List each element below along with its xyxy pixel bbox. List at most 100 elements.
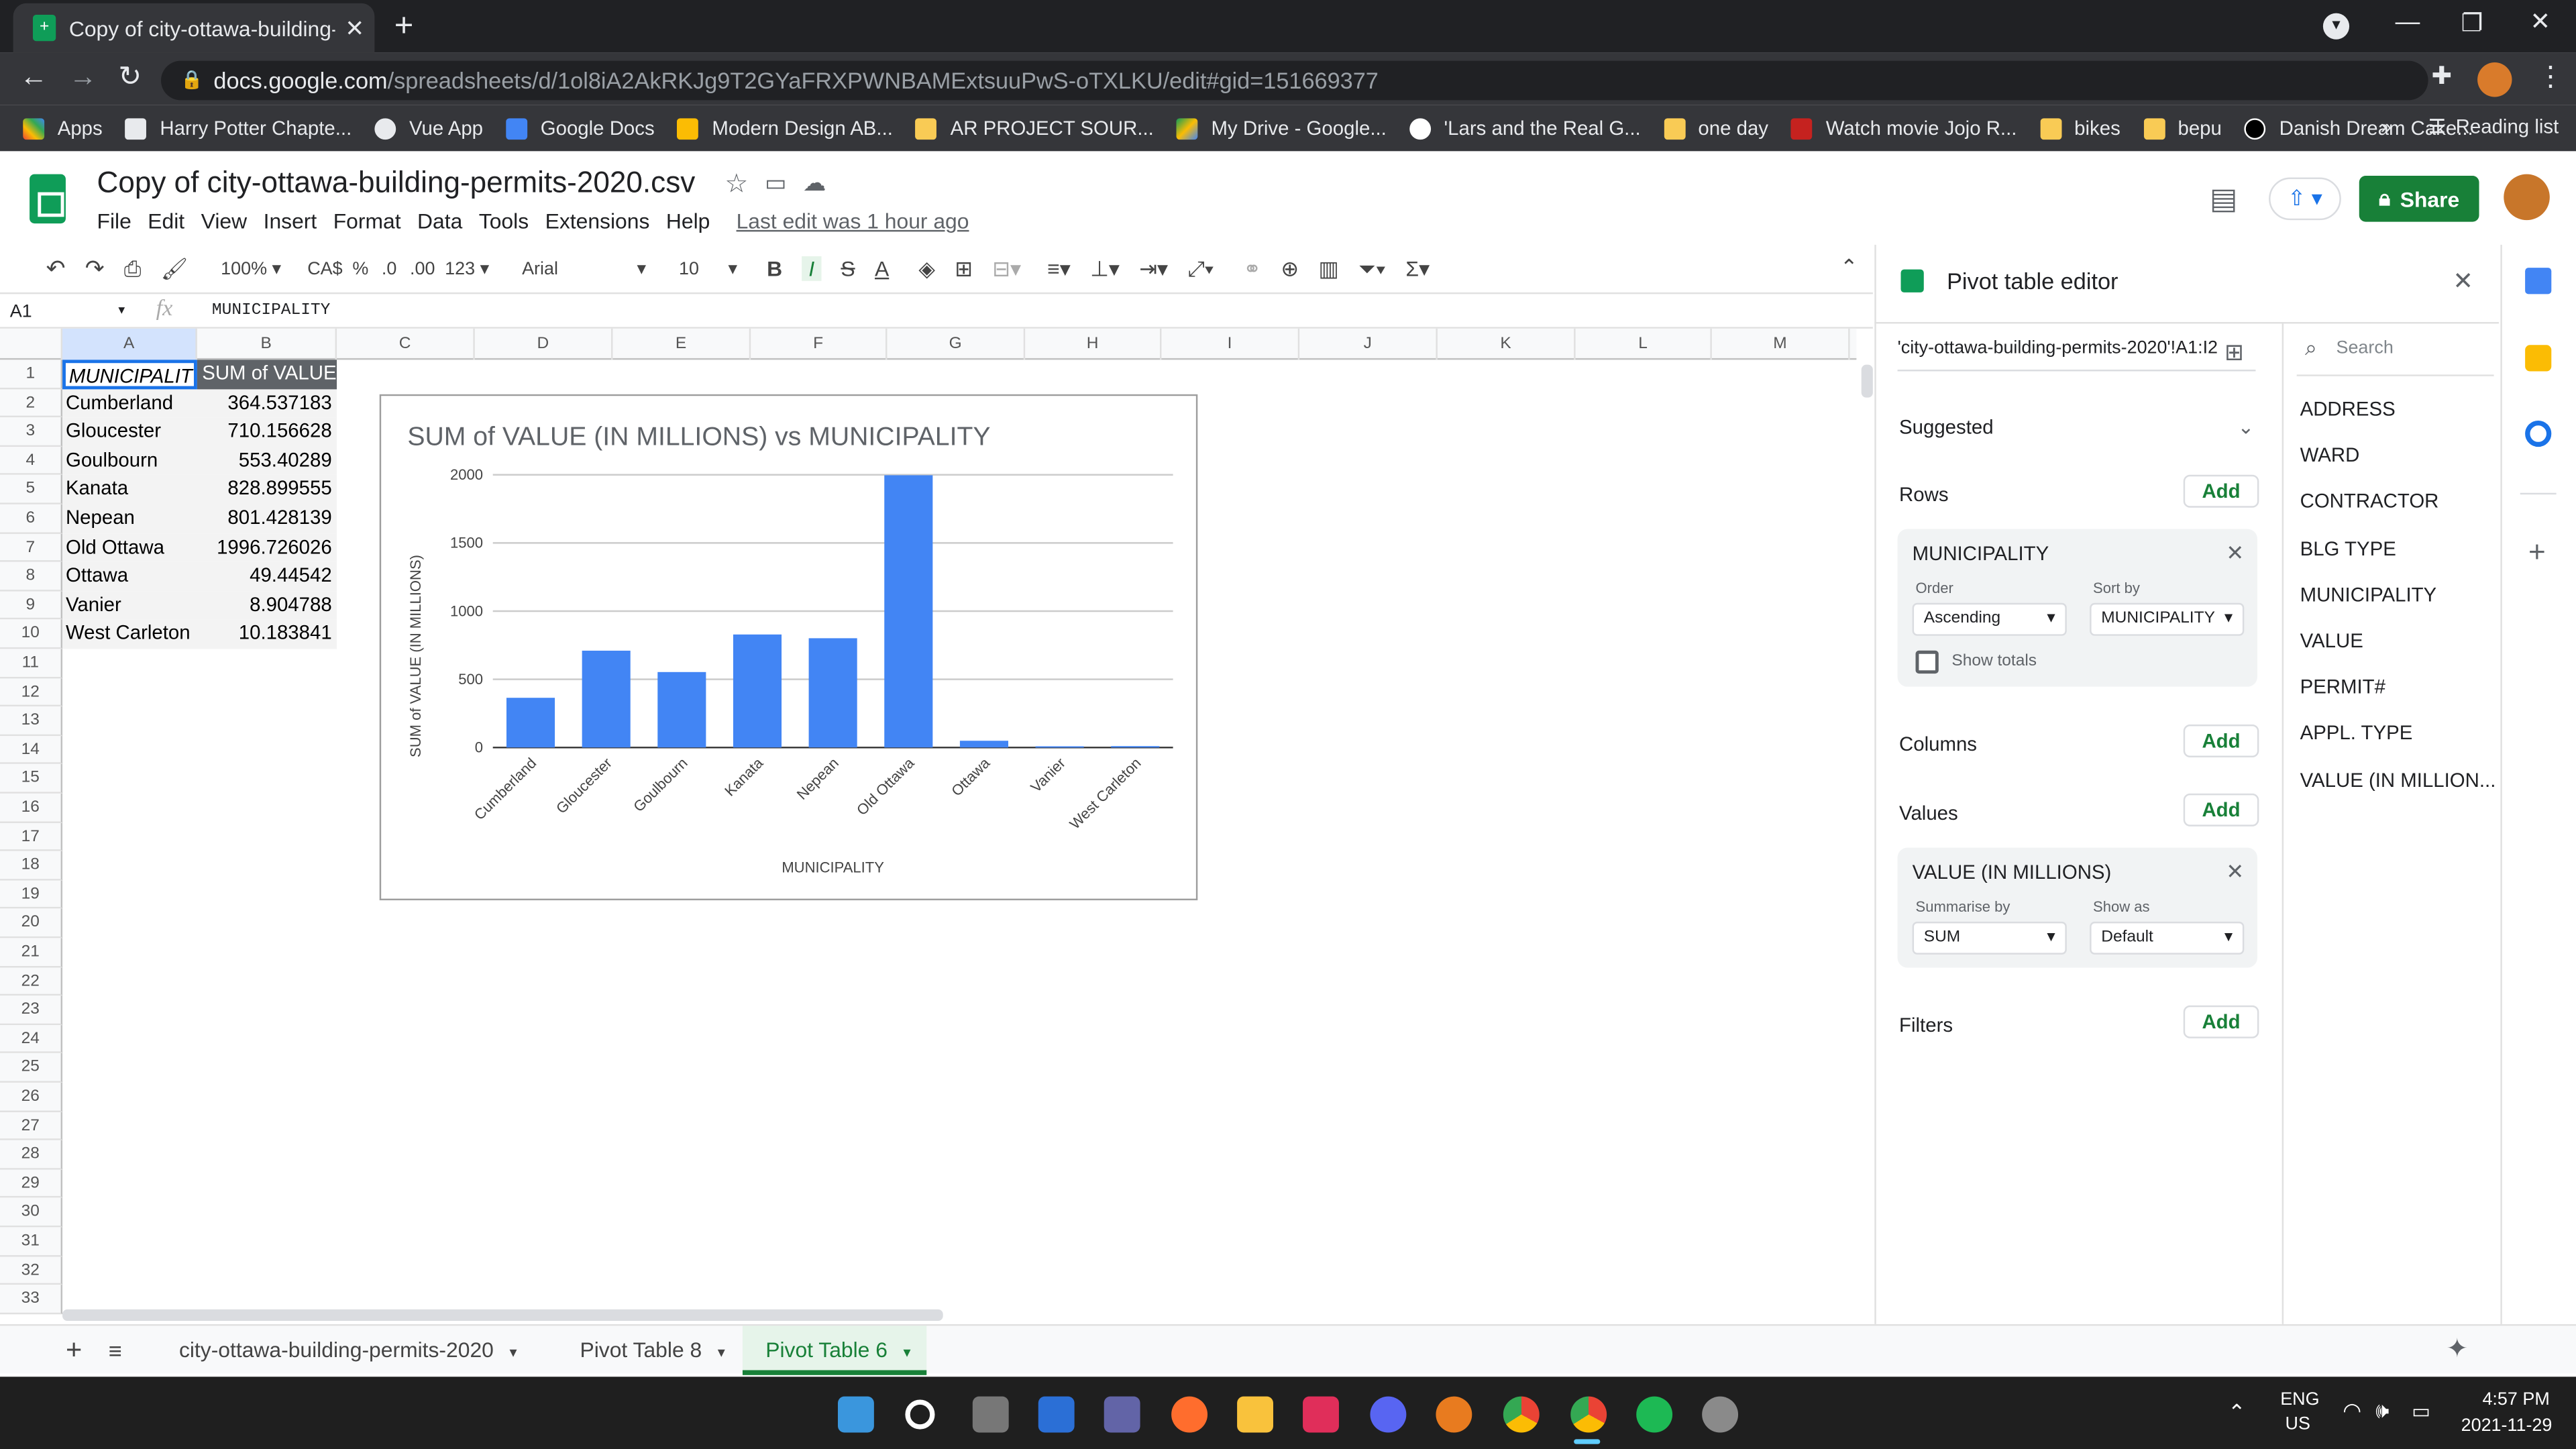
fl-studio-icon[interactable]: [1436, 1396, 1472, 1433]
table-cell[interactable]: 364.537183: [197, 388, 337, 418]
firefox-icon[interactable]: [1171, 1396, 1208, 1433]
vertical-scrollbar[interactable]: [1861, 364, 1873, 398]
row-header[interactable]: 31: [0, 1227, 63, 1256]
pivot-field-item[interactable]: BLG TYPE: [2300, 537, 2396, 559]
chrome-profile-icon[interactable]: [1570, 1396, 1607, 1433]
row-header[interactable]: 18: [0, 851, 63, 881]
chart-container[interactable]: SUM of VALUE (IN MILLIONS) vs MUNICIPALI…: [379, 394, 1198, 901]
rows-add-button[interactable]: Add: [2183, 474, 2259, 508]
explore-icon[interactable]: ✦: [2447, 1326, 2469, 1375]
pivot-field-item[interactable]: MUNICIPALITY: [2300, 583, 2437, 606]
summarise-select[interactable]: SUM ▾: [1912, 921, 2067, 955]
more-bookmarks-icon[interactable]: »: [2381, 115, 2392, 138]
row-header[interactable]: 7: [0, 533, 63, 563]
browser-tab[interactable]: + Copy of city-ottawa-building-per ✕: [13, 3, 375, 53]
row-header[interactable]: 33: [0, 1285, 63, 1314]
table-cell[interactable]: Ottawa: [62, 562, 197, 592]
new-tab-icon[interactable]: +: [394, 8, 414, 46]
menu-insert[interactable]: Insert: [264, 209, 317, 233]
print-icon[interactable]: ⎙: [124, 256, 141, 282]
url-bar[interactable]: 🔒 docs.google.com/spreadsheets/d/1ol8iA2…: [161, 60, 2428, 101]
menu-help[interactable]: Help: [666, 209, 710, 233]
calendar-icon[interactable]: [2525, 268, 2552, 294]
bold-icon[interactable]: B: [767, 256, 782, 281]
language-bottom[interactable]: US: [2286, 1415, 2310, 1434]
creative-cloud-icon[interactable]: [1303, 1396, 1339, 1433]
size-dropdown-icon[interactable]: ▾: [729, 258, 738, 279]
menu-file[interactable]: File: [97, 209, 131, 233]
row-header[interactable]: 27: [0, 1111, 63, 1141]
volume-icon[interactable]: 🕪︎: [2375, 1398, 2389, 1424]
comments-icon[interactable]: ▤: [2210, 182, 2238, 217]
table-cell[interactable]: Nepean: [62, 504, 197, 533]
row-header[interactable]: 8: [0, 562, 63, 592]
row-header[interactable]: 21: [0, 938, 63, 967]
row-header[interactable]: 1: [0, 360, 63, 389]
link-icon[interactable]: ⚭: [1243, 256, 1261, 282]
row-header[interactable]: 13: [0, 706, 63, 736]
vertical-align-icon[interactable]: ⊥▾: [1090, 256, 1120, 282]
row-header[interactable]: 16: [0, 793, 63, 822]
reading-list[interactable]: ☰ Reading list: [2428, 115, 2559, 138]
menu-view[interactable]: View: [201, 209, 247, 233]
bookmark-item[interactable]: bepu: [2143, 117, 2222, 140]
widgets-icon[interactable]: [1038, 1396, 1075, 1433]
chat-icon[interactable]: [1104, 1396, 1140, 1433]
table-cell[interactable]: 1996.726026: [197, 533, 337, 563]
close-editor-icon[interactable]: ✕: [2453, 266, 2473, 296]
column-header[interactable]: J: [1299, 328, 1438, 360]
pivot-header-cell[interactable]: SUM of VALUE (: [197, 360, 337, 389]
values-add-button[interactable]: Add: [2183, 793, 2259, 826]
table-cell[interactable]: Old Ottawa: [62, 533, 197, 563]
undo-icon[interactable]: ↶: [46, 255, 66, 283]
row-header[interactable]: 11: [0, 649, 63, 678]
table-cell[interactable]: Goulbourn: [62, 446, 197, 476]
name-box[interactable]: A1: [10, 303, 32, 322]
row-header[interactable]: 19: [0, 880, 63, 910]
percent-format-button[interactable]: %: [352, 259, 368, 278]
sortby-select[interactable]: MUNICIPALITY ▾: [2090, 602, 2245, 636]
bar[interactable]: [959, 741, 1009, 748]
pivot-field-item[interactable]: VALUE (IN MILLION...: [2300, 768, 2496, 791]
columns-add-button[interactable]: Add: [2183, 724, 2259, 757]
row-header[interactable]: 9: [0, 591, 63, 621]
bookmark-item[interactable]: Watch movie Jojo R...: [1791, 117, 2017, 140]
bar[interactable]: [657, 672, 706, 748]
bookmark-item[interactable]: My Drive - Google...: [1177, 117, 1387, 140]
sheets-logo-icon[interactable]: [30, 174, 66, 224]
text-wrap-icon[interactable]: ⇥▾: [1139, 256, 1168, 282]
row-header[interactable]: 14: [0, 735, 63, 765]
row-header[interactable]: 26: [0, 1082, 63, 1112]
bookmark-item[interactable]: 'Lars and the Real G...: [1409, 117, 1641, 140]
restore-icon[interactable]: ❐: [2461, 8, 2483, 38]
comment-icon[interactable]: ⊕: [1281, 256, 1299, 282]
column-header[interactable]: E: [612, 328, 751, 360]
menu-data[interactable]: Data: [417, 209, 462, 233]
back-icon[interactable]: ←: [19, 61, 48, 94]
row-header[interactable]: 10: [0, 620, 63, 649]
get-addons-icon[interactable]: +: [2528, 535, 2546, 570]
formula-input[interactable]: MUNICIPALITY: [212, 303, 330, 321]
sheet-tab[interactable]: city-ottawa-building-permits-2020 ▾: [156, 1326, 557, 1375]
menu-extensions[interactable]: Extensions: [545, 209, 650, 233]
bookmark-item[interactable]: bikes: [2039, 117, 2121, 140]
column-header[interactable]: G: [887, 328, 1026, 360]
select-range-icon[interactable]: ⊞: [2224, 338, 2244, 366]
row-header[interactable]: 28: [0, 1140, 63, 1170]
row-header[interactable]: 6: [0, 504, 63, 533]
row-header[interactable]: 4: [0, 446, 63, 476]
profile-avatar[interactable]: [2477, 62, 2512, 97]
table-cell[interactable]: West Carleton: [62, 620, 197, 649]
bar[interactable]: [582, 650, 631, 748]
settings-icon[interactable]: [1702, 1396, 1739, 1433]
clock-date[interactable]: 2021-11-29: [2461, 1416, 2553, 1436]
fill-color-icon[interactable]: ◈: [918, 256, 934, 282]
pivot-field-item[interactable]: ADDRESS: [2300, 398, 2396, 421]
font-dropdown-icon[interactable]: ▾: [637, 258, 647, 279]
close-window-icon[interactable]: ✕: [2530, 7, 2551, 36]
bar[interactable]: [884, 475, 933, 748]
row-header[interactable]: 3: [0, 417, 63, 447]
search-icon[interactable]: [905, 1399, 935, 1430]
star-icon[interactable]: ☆: [724, 167, 748, 200]
column-header[interactable]: H: [1025, 328, 1162, 360]
